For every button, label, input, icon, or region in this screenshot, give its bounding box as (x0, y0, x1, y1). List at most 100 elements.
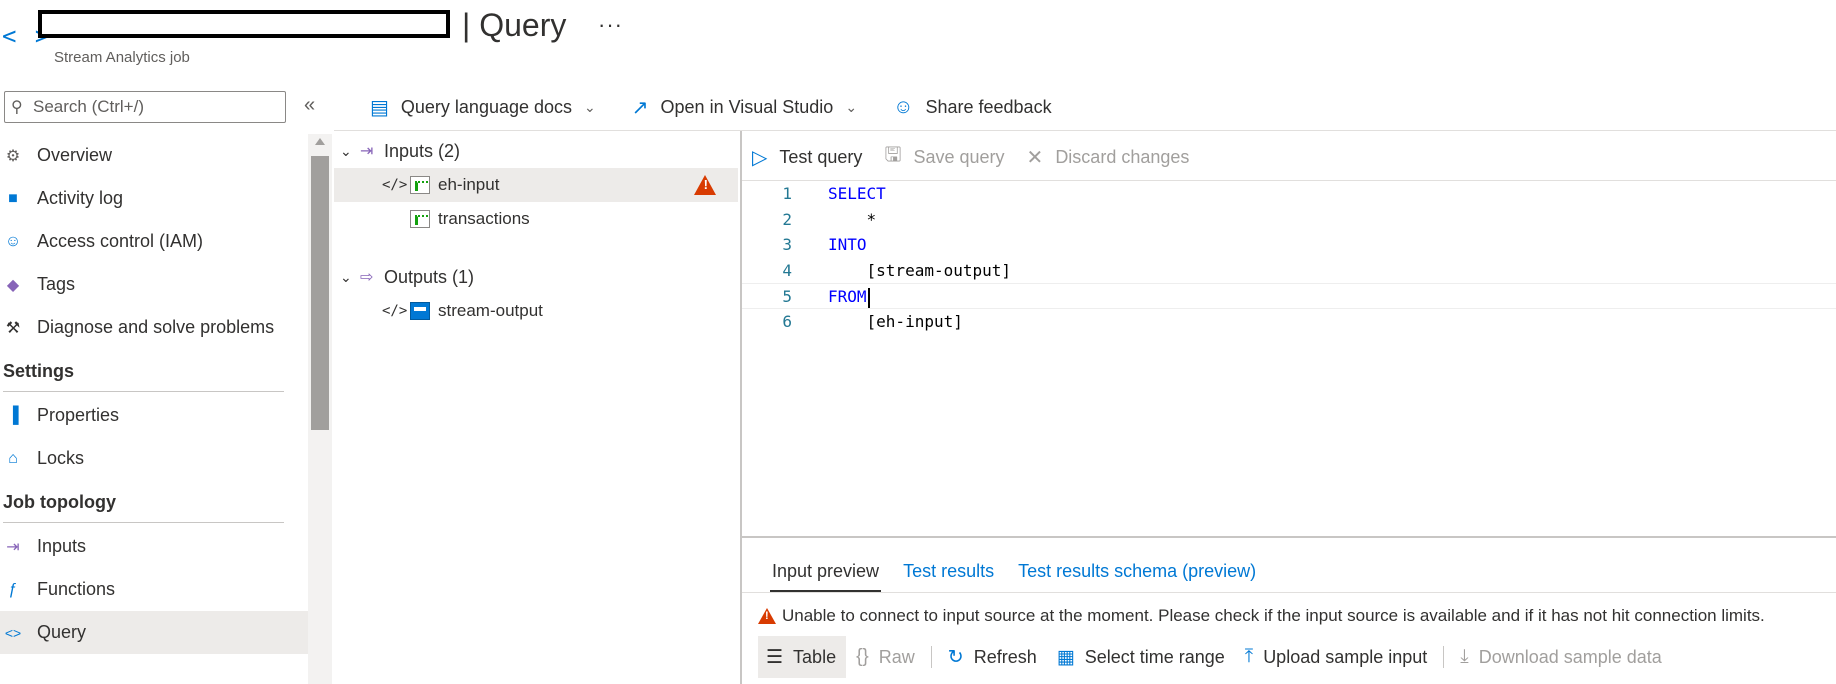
sidebar-item-label: Locks (37, 448, 85, 468)
section-divider (3, 522, 284, 523)
tree-group-outputs[interactable]: ⌄ ⇨ Outputs (1) (334, 260, 738, 294)
sidebar-item-label: Overview (37, 145, 113, 165)
code-text: SELECT (828, 184, 886, 203)
sidebar-item-inputs[interactable]: ⇥ Inputs (0, 525, 308, 568)
section-heading: Settings (3, 361, 75, 381)
page-title: | Query (462, 7, 567, 43)
sidebar-item-query[interactable]: <> Query (0, 611, 308, 654)
sidebar-section-job-topology: Job topology (0, 480, 308, 525)
sidebar-item-properties[interactable]: ▐ Properties (0, 394, 308, 437)
code-icon: </> (382, 177, 408, 193)
scrollbar-thumb[interactable] (311, 156, 329, 430)
command-label: Share feedback (925, 96, 1052, 117)
line-number: 5 (782, 287, 792, 307)
chevron-down-icon: ⌄ (584, 98, 596, 115)
sidebar-item-overview[interactable]: ⚙ Overview (0, 134, 308, 177)
tree-group-inputs[interactable]: ⌄ ⇥ Inputs (2) (334, 134, 738, 168)
sidebar-item-label: Access control (IAM) (37, 231, 204, 251)
table-view-button[interactable]: ☰ Table (758, 636, 847, 678)
code-icon: </> (382, 303, 408, 319)
discard-changes-button[interactable]: ✕ Discard changes (1027, 145, 1190, 170)
sidebar-nav: ⚙ Overview ■ Activity log ☺ Access contr… (0, 134, 308, 654)
code-line: 3 INTO (742, 232, 1836, 258)
sidebar-item-label: Properties (37, 405, 120, 425)
save-query-button[interactable]: 🖫 Save query (884, 140, 1004, 174)
people-icon: ☺ (4, 233, 22, 250)
test-query-button[interactable]: ▷ Test query (752, 145, 862, 170)
external-link-icon: ↗ (631, 96, 649, 119)
sidebar-item-locks[interactable]: ⌂ Locks (0, 437, 308, 480)
sidebar-scrollbar[interactable] (308, 134, 332, 684)
more-options-button[interactable]: ··· (598, 12, 623, 38)
line-number: 6 (782, 311, 792, 331)
functions-icon: ƒ (8, 581, 18, 598)
upload-sample-input-button[interactable]: ⤒ Upload sample input (1235, 636, 1438, 678)
raw-view-button[interactable]: {} Raw (846, 636, 925, 678)
collapse-sidebar-button[interactable]: « (304, 94, 315, 117)
chevron-down-icon[interactable]: ⌄ (340, 143, 352, 160)
search-icon: ⚲ (11, 99, 23, 116)
refresh-icon: ↻ (947, 646, 964, 668)
code-line-current: 5 FROM (742, 283, 1836, 309)
sidebar-item-tags[interactable]: ◆ Tags (0, 263, 308, 306)
gear-icon: ⚙ (5, 148, 21, 165)
inputs-icon: ⇥ (6, 539, 20, 556)
code-text: [stream-output] (828, 260, 1012, 280)
warning-icon: ! (758, 608, 776, 624)
sidebar-item-label: Functions (37, 579, 116, 599)
query-editor[interactable]: 1 SELECT 2 * 3 INTO 4 [stream-output] 5 … (742, 181, 1836, 535)
toolbar-label: Raw (878, 646, 915, 667)
sidebar-item-functions[interactable]: ƒ Functions (0, 568, 308, 611)
tab-test-results-schema[interactable]: Test results schema (preview) (1018, 556, 1256, 592)
sidebar-item-diagnose[interactable]: ⚒ Diagnose and solve problems (0, 306, 308, 349)
table-icon: ☰ (766, 646, 784, 668)
sidebar-item-activity-log[interactable]: ■ Activity log (0, 177, 308, 220)
toolbar-label: Refresh (973, 646, 1037, 667)
inputs-icon: ⇥ (360, 143, 374, 160)
redacted-job-name (38, 10, 450, 38)
search-box: ⚲ (4, 91, 286, 123)
tree-item-label: transactions (438, 209, 530, 228)
smiley-icon: ☺ (893, 95, 914, 118)
play-icon: ▷ (752, 146, 768, 169)
line-number: 3 (782, 235, 792, 255)
tag-icon: ◆ (6, 277, 20, 294)
line-number: 2 (782, 209, 792, 229)
wrench-icon: ⚒ (5, 320, 21, 337)
connection-warning: ! Unable to connect to input source at t… (758, 606, 1765, 626)
section-divider (3, 391, 284, 392)
book-icon: ▤ (370, 96, 389, 119)
query-language-docs-button[interactable]: ▤ Query language docs ⌄ (370, 95, 596, 120)
select-time-range-button[interactable]: ▦ Select time range (1047, 636, 1235, 678)
tree-item-eh-input[interactable]: </> eh-input ! (334, 168, 738, 202)
share-feedback-button[interactable]: ☺ Share feedback (893, 96, 1052, 119)
results-splitter[interactable] (742, 536, 1836, 538)
search-input[interactable] (33, 97, 273, 117)
results-toolbar: ☰ Table {} Raw ↻ Refresh ▦ Select time r… (758, 636, 1672, 678)
tree-item-transactions[interactable]: transactions (334, 202, 738, 236)
open-in-visual-studio-button[interactable]: ↗ Open in Visual Studio ⌄ (632, 95, 857, 120)
sidebar-item-access-control[interactable]: ☺ Access control (IAM) (0, 220, 308, 263)
download-sample-data-button[interactable]: ⤓ Download sample data (1450, 636, 1672, 678)
code-text: FROM (828, 287, 867, 307)
warning-icon-mark: ! (703, 177, 708, 192)
tab-test-results[interactable]: Test results (903, 556, 994, 592)
close-icon: ✕ (1026, 146, 1044, 169)
sidebar-item-label: Activity log (37, 188, 124, 208)
results-tabs: Input preview Test results Test results … (769, 556, 1280, 592)
sidebar-item-label: Diagnose and solve problems (37, 317, 275, 337)
tree-item-stream-output[interactable]: </> stream-output (334, 294, 738, 328)
scroll-up-arrow-icon[interactable] (315, 138, 325, 145)
topology-tree: ⌄ ⇥ Inputs (2) </> eh-input ! transactio… (334, 134, 738, 328)
refresh-button[interactable]: ↻ Refresh (938, 636, 1047, 678)
event-hub-input-icon (410, 176, 430, 194)
chevron-down-icon[interactable]: ⌄ (340, 269, 352, 286)
code-line: 6 [eh-input] (742, 309, 1836, 335)
code-line: 1 SELECT (742, 181, 1836, 207)
section-heading: Job topology (3, 492, 116, 512)
command-label: Open in Visual Studio (660, 96, 834, 117)
sidebar-item-label: Inputs (37, 536, 87, 556)
tab-input-preview[interactable]: Input preview (769, 556, 882, 592)
sidebar-item-label: Query (37, 622, 87, 642)
page-subtitle: Stream Analytics job (54, 49, 190, 66)
